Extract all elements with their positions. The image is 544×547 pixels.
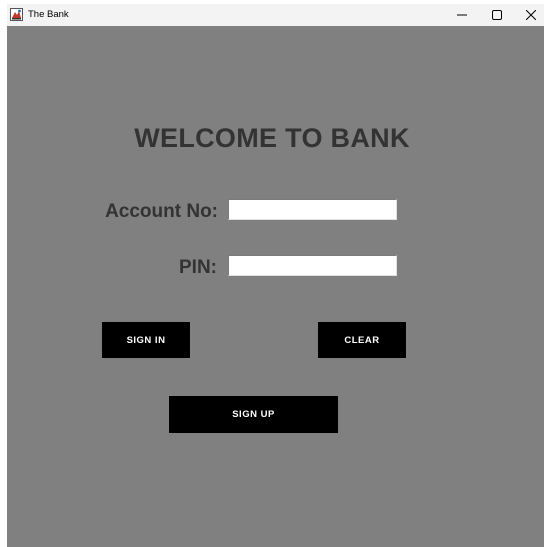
minimize-button[interactable] (445, 4, 479, 26)
close-button[interactable] (514, 4, 544, 26)
account-number-input[interactable] (228, 199, 397, 220)
title-bar[interactable]: The Bank (7, 4, 544, 26)
window-title: The Bank (28, 9, 69, 20)
java-app-icon (10, 8, 23, 21)
sign-in-button[interactable]: SIGN IN (102, 322, 190, 358)
maximize-icon (492, 10, 502, 20)
close-icon (526, 10, 536, 20)
app-window: The Bank WELCOME TO BANK Account No: PIN… (7, 4, 544, 547)
minimize-icon (457, 10, 467, 20)
welcome-heading: WELCOME TO BANK (134, 123, 410, 153)
login-panel: WELCOME TO BANK Account No: PIN: SIGN IN… (7, 26, 544, 547)
pin-label: PIN: (179, 257, 217, 278)
maximize-button[interactable] (480, 4, 514, 26)
pin-input[interactable] (228, 255, 397, 276)
clear-button[interactable]: CLEAR (318, 322, 406, 358)
sign-up-button[interactable]: SIGN UP (169, 396, 338, 433)
account-number-label: Account No: (105, 201, 218, 222)
